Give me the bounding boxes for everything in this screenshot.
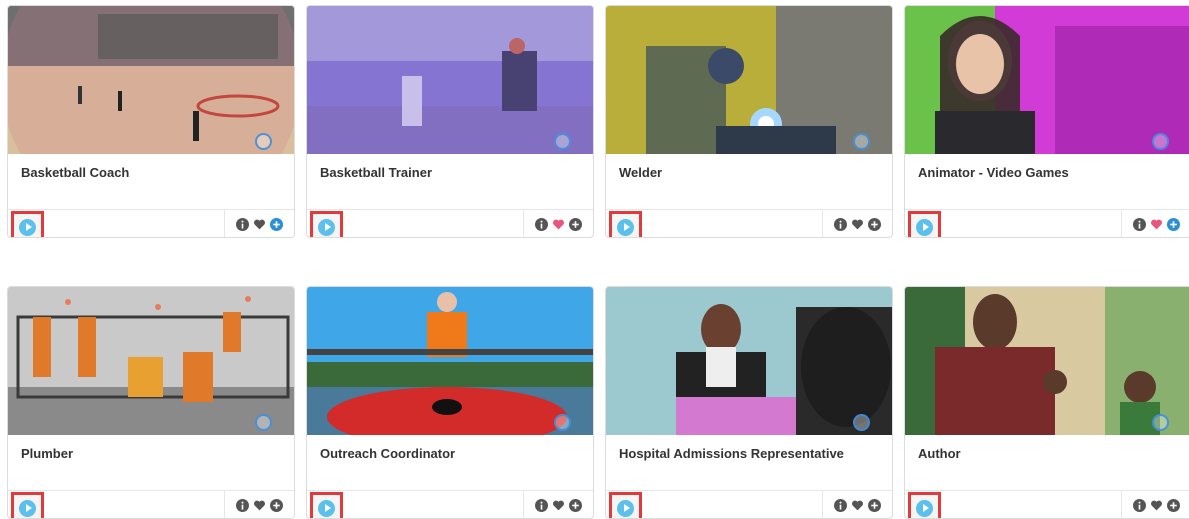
info-icon[interactable] [535, 217, 548, 231]
add-icon[interactable] [868, 498, 881, 512]
info-icon[interactable] [834, 498, 847, 512]
video-thumbnail[interactable] [905, 6, 1189, 154]
thumbnail-play-icon [853, 414, 870, 431]
card-title: Hospital Admissions Representative [619, 446, 844, 461]
video-thumbnail[interactable] [307, 287, 593, 435]
video-thumbnail[interactable] [8, 6, 294, 154]
card-actions [224, 210, 294, 237]
video-thumbnail[interactable] [307, 6, 593, 154]
career-card[interactable]: Basketball Trainer [306, 5, 594, 238]
card-footer [905, 209, 1189, 237]
heart-icon[interactable] [253, 218, 266, 231]
play-icon [916, 499, 933, 517]
thumbnail-play-icon [255, 133, 272, 150]
card-actions [1121, 210, 1189, 237]
thumbnail-play-icon [255, 414, 272, 431]
play-button[interactable] [11, 211, 44, 237]
card-title: Plumber [21, 446, 74, 461]
info-icon[interactable] [535, 498, 548, 512]
heart-icon[interactable] [1150, 218, 1163, 231]
video-thumbnail[interactable] [606, 287, 892, 435]
career-card[interactable]: Plumber [7, 286, 295, 519]
info-icon[interactable] [1133, 217, 1146, 231]
card-footer [307, 490, 593, 518]
card-footer [905, 490, 1189, 518]
add-icon[interactable] [569, 498, 582, 512]
thumbnail-play-icon [554, 133, 571, 150]
heart-icon[interactable] [851, 499, 864, 512]
play-icon [916, 218, 933, 236]
play-icon [617, 218, 634, 236]
add-icon[interactable] [1167, 498, 1180, 512]
heart-icon[interactable] [253, 499, 266, 512]
card-footer [606, 490, 892, 518]
info-icon[interactable] [236, 217, 249, 231]
play-icon [318, 218, 335, 236]
play-button[interactable] [310, 492, 343, 518]
play-button[interactable] [908, 492, 941, 518]
career-card[interactable]: Welder [605, 5, 893, 238]
info-icon[interactable] [236, 498, 249, 512]
card-title: Basketball Trainer [320, 165, 432, 180]
heart-icon[interactable] [552, 218, 565, 231]
card-actions [822, 210, 892, 237]
career-card[interactable]: Basketball Coach [7, 5, 295, 238]
play-icon [19, 218, 36, 236]
thumbnail-play-icon [1152, 133, 1169, 150]
video-thumbnail[interactable] [905, 287, 1189, 435]
play-icon [617, 499, 634, 517]
thumbnail-play-icon [554, 414, 571, 431]
play-button[interactable] [908, 211, 941, 237]
play-button[interactable] [609, 211, 642, 237]
info-icon[interactable] [834, 217, 847, 231]
play-icon [19, 499, 36, 517]
card-actions [523, 210, 593, 237]
add-icon[interactable] [270, 217, 283, 231]
play-button[interactable] [310, 211, 343, 237]
card-title: Welder [619, 165, 663, 180]
heart-icon[interactable] [1150, 499, 1163, 512]
card-footer [8, 490, 294, 518]
play-icon [318, 499, 335, 517]
card-footer [307, 209, 593, 237]
thumbnail-play-icon [853, 133, 870, 150]
info-icon[interactable] [1133, 498, 1146, 512]
card-actions [224, 491, 294, 518]
thumbnail-play-icon [1152, 414, 1169, 431]
heart-icon[interactable] [552, 499, 565, 512]
career-card[interactable]: Animator - Video Games [904, 5, 1189, 238]
play-button[interactable] [609, 492, 642, 518]
career-card[interactable]: Author [904, 286, 1189, 519]
card-title: Outreach Coordinator [320, 446, 456, 461]
play-button[interactable] [11, 492, 44, 518]
add-icon[interactable] [569, 217, 582, 231]
card-title: Basketball Coach [21, 165, 130, 180]
video-thumbnail[interactable] [606, 6, 892, 154]
card-actions [523, 491, 593, 518]
career-card[interactable]: Hospital Admissions Representative [605, 286, 893, 519]
card-footer [606, 209, 892, 237]
heart-icon[interactable] [851, 218, 864, 231]
card-actions [822, 491, 892, 518]
video-thumbnail[interactable] [8, 287, 294, 435]
add-icon[interactable] [868, 217, 881, 231]
card-actions [1121, 491, 1189, 518]
card-footer [8, 209, 294, 237]
career-card[interactable]: Outreach Coordinator [306, 286, 594, 519]
card-title: Animator - Video Games [918, 165, 1069, 180]
card-title: Author [918, 446, 961, 461]
add-icon[interactable] [270, 498, 283, 512]
add-icon[interactable] [1167, 217, 1180, 231]
